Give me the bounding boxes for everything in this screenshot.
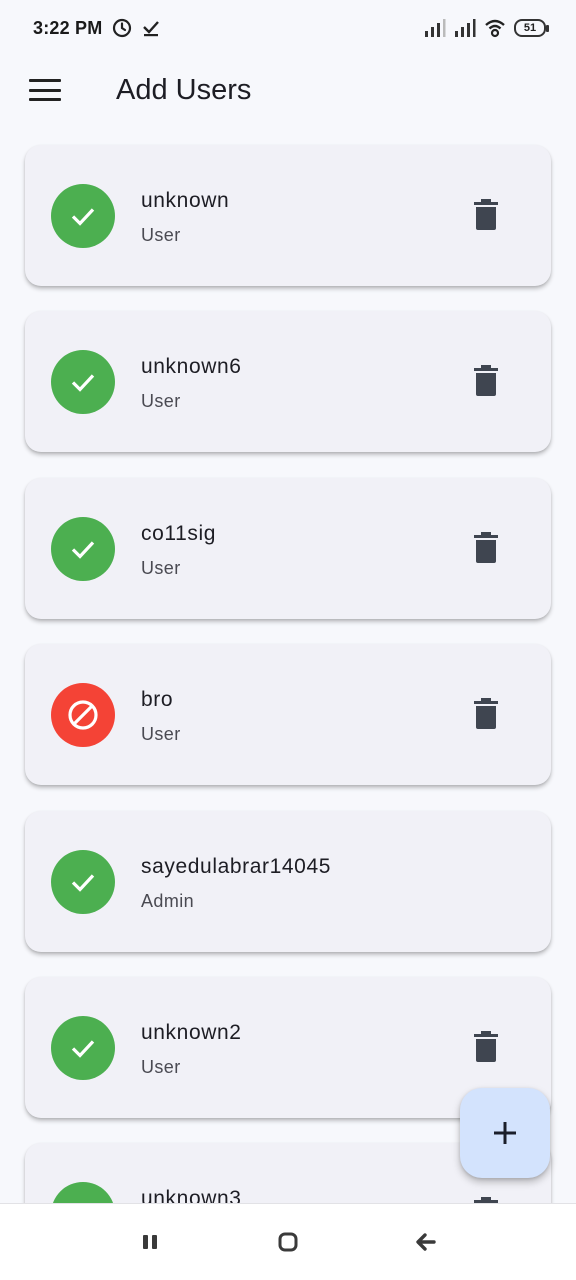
- check-circle-icon: [51, 1016, 115, 1080]
- delete-icon[interactable]: [471, 697, 501, 736]
- user-role: User: [141, 225, 181, 245]
- delete-icon[interactable]: [471, 364, 501, 403]
- user-card[interactable]: unknown6 User: [25, 311, 551, 452]
- signal-icon: [425, 19, 446, 37]
- home-icon[interactable]: [268, 1222, 308, 1262]
- add-user-button[interactable]: [460, 1088, 550, 1178]
- hamburger-menu-icon[interactable]: [29, 79, 61, 101]
- check-circle-icon: [51, 350, 115, 414]
- app-bar: Add Users: [0, 56, 576, 124]
- block-icon: [51, 683, 115, 747]
- battery-level: 51: [523, 22, 537, 34]
- recents-icon[interactable]: [130, 1222, 170, 1262]
- user-role: User: [141, 1057, 181, 1077]
- signal-icon: [455, 19, 476, 37]
- delete-icon[interactable]: [471, 198, 501, 237]
- navigation-bar: [0, 1203, 576, 1280]
- user-name: unknown6: [141, 355, 242, 378]
- user-name: sayedulabrar14045: [141, 855, 332, 878]
- alarm-icon: [113, 18, 132, 38]
- user-name: unknown: [141, 189, 230, 212]
- battery-icon: 51: [514, 19, 549, 37]
- user-role: User: [141, 391, 181, 411]
- page-title: Add Users: [116, 73, 252, 106]
- user-card[interactable]: unknown User: [25, 145, 551, 286]
- user-card[interactable]: bro User: [25, 644, 551, 785]
- user-role: User: [141, 724, 181, 744]
- wifi-icon: [485, 19, 505, 38]
- user-card[interactable]: co11sig User: [25, 478, 551, 619]
- plus-icon: [494, 1122, 516, 1144]
- user-card[interactable]: sayedulabrar14045 Admin: [25, 811, 551, 952]
- check-circle-icon: [51, 184, 115, 248]
- download-done-icon: [143, 21, 160, 37]
- check-circle-icon: [51, 850, 115, 914]
- back-icon[interactable]: [406, 1222, 446, 1262]
- delete-icon[interactable]: [471, 531, 501, 570]
- user-name: unknown2: [141, 1021, 242, 1044]
- user-role: Admin: [141, 891, 195, 911]
- status-bar: 3:22 PM 51: [0, 0, 576, 56]
- status-time: 3:22 PM: [33, 17, 103, 38]
- delete-icon[interactable]: [471, 1030, 501, 1069]
- user-name: bro: [141, 688, 174, 711]
- user-name: co11sig: [141, 522, 217, 545]
- check-circle-icon: [51, 517, 115, 581]
- user-role: User: [141, 558, 181, 578]
